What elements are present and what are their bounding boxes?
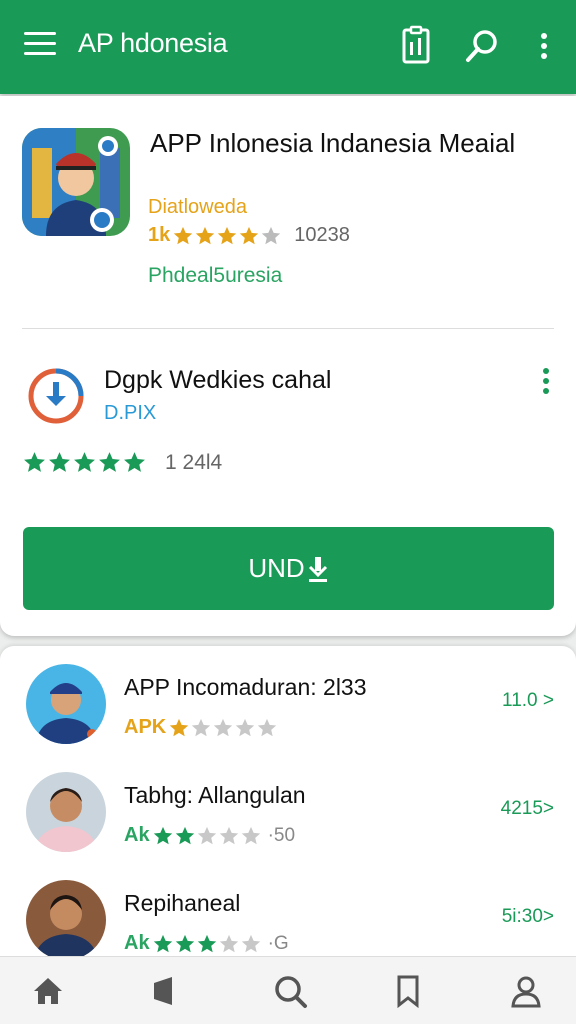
install-label: UND	[248, 553, 305, 583]
star-icon	[99, 452, 120, 472]
search-icon[interactable]	[462, 24, 502, 68]
app-icon[interactable]	[22, 128, 130, 236]
clipboard-icon[interactable]	[396, 24, 436, 68]
star-icon	[174, 226, 193, 244]
star-icon	[241, 934, 260, 952]
home-icon[interactable]	[30, 973, 66, 1009]
app-category[interactable]: Phdeal5uresia	[148, 264, 282, 288]
star-rating	[172, 225, 282, 247]
list-item-extra: ·50	[267, 824, 296, 846]
star-icon	[218, 226, 237, 244]
app-developer[interactable]: Diatloweda	[148, 196, 247, 219]
star-icon	[49, 452, 70, 472]
avatar	[26, 772, 106, 852]
list-item[interactable]: APP Incomaduran: 2l33 APK 11.0 >	[0, 662, 576, 762]
app-list: APP Incomaduran: 2l33 APK 11.0 > Tabhg: …	[0, 646, 576, 960]
star-icon	[153, 826, 172, 844]
divider	[22, 328, 554, 329]
list-item-rating: APK	[124, 716, 278, 739]
download-rating: 1 24l4	[22, 450, 222, 475]
star-icon	[24, 452, 45, 472]
list-item-value[interactable]: 11.0 >	[502, 690, 554, 712]
menu-icon[interactable]	[24, 32, 56, 58]
profile-icon[interactable]	[508, 973, 544, 1009]
list-item-value[interactable]: 5i:30>	[502, 906, 554, 928]
star-icon	[175, 934, 194, 952]
more-vert-icon[interactable]	[524, 24, 564, 68]
download-arrow-icon	[308, 556, 327, 582]
star-rating	[152, 825, 262, 847]
star-icon	[175, 826, 194, 844]
library-icon[interactable]	[146, 973, 182, 1009]
rating-count: 10238	[294, 224, 350, 246]
bottom-navigation	[0, 956, 576, 1024]
star-icon	[258, 718, 277, 736]
app-bar-title: AP hdonesia	[78, 28, 228, 58]
star-icon	[153, 934, 172, 952]
app-name: APP Inlonesia lndanesia Meaial	[150, 128, 516, 158]
bookmark-icon[interactable]	[390, 973, 426, 1009]
star-rating	[22, 450, 147, 475]
star-icon	[192, 718, 211, 736]
list-item-name: Repihaneal	[124, 890, 241, 916]
app-detail-card: APP Inlonesia lndanesia Meaial Diatlowed…	[0, 96, 576, 636]
list-item-prefix: Ak	[124, 824, 150, 846]
star-icon	[196, 226, 215, 244]
list-item-rating: Ak ·50	[124, 824, 295, 847]
list-item-prefix: Ak	[124, 932, 150, 954]
list-item-name: APP Incomaduran: 2l33	[124, 674, 367, 700]
star-icon	[214, 718, 233, 736]
star-icon	[240, 226, 259, 244]
star-icon	[236, 718, 255, 736]
more-options-icon[interactable]	[538, 368, 554, 398]
download-subtitle: D.PIX	[104, 402, 157, 424]
list-item-rating: Ak ·G	[124, 932, 289, 955]
download-icon	[26, 366, 86, 426]
top-app-bar: AP hdonesia	[0, 0, 576, 94]
rating-prefix: 1k	[148, 224, 171, 246]
star-icon	[219, 826, 238, 844]
search-icon[interactable]	[272, 973, 308, 1009]
star-icon	[170, 718, 189, 736]
star-icon	[124, 452, 145, 472]
star-icon	[197, 826, 216, 844]
star-icon	[262, 226, 281, 244]
star-icon	[197, 934, 216, 952]
list-item[interactable]: Tabhg: Allangulan Ak ·50 4215>	[0, 770, 576, 870]
list-item-name: Tabhg: Allangulan	[124, 782, 306, 808]
star-icon	[241, 826, 260, 844]
star-icon	[74, 452, 95, 472]
rating-count: 1 24l4	[165, 450, 223, 474]
download-title: Dgpk Wedkies cahal	[104, 366, 332, 394]
avatar	[26, 880, 106, 960]
install-button[interactable]: UND	[23, 527, 554, 610]
list-item-prefix: APK	[124, 716, 167, 738]
star-icon	[219, 934, 238, 952]
app-rating: 1k 10238	[148, 224, 350, 247]
list-item-value[interactable]: 4215>	[501, 798, 554, 820]
avatar	[26, 664, 106, 744]
star-rating	[168, 717, 278, 739]
list-item-extra: ·G	[267, 932, 289, 954]
star-rating	[152, 933, 262, 955]
